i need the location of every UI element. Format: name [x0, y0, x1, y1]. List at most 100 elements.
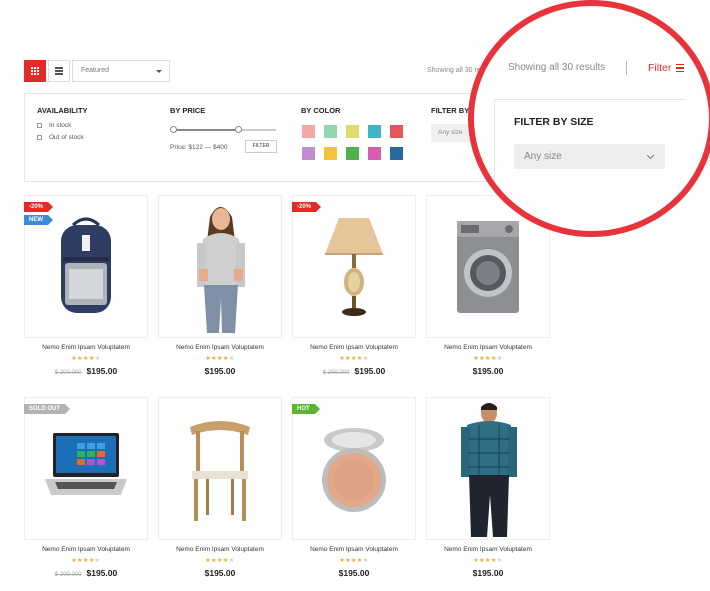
product-badge: HOT — [292, 404, 320, 414]
color-swatch[interactable] — [302, 125, 315, 138]
star-icon: ★ — [228, 558, 235, 564]
grid-icon — [31, 67, 39, 75]
product-image[interactable] — [159, 398, 281, 539]
product-name[interactable]: Nemo Enim Ipsam Voluptatem — [158, 546, 282, 553]
price-title: BY PRICE — [170, 106, 206, 115]
price-slider-min-handle[interactable] — [170, 126, 177, 133]
current-price: $195.00 — [204, 366, 236, 376]
checkbox-label: In stock — [49, 122, 72, 129]
rating-stars: ★★★★★ — [24, 557, 148, 564]
product-card[interactable] — [158, 397, 282, 540]
size-select-value: Any size — [524, 151, 562, 162]
rating-stars: ★★★★★ — [426, 355, 550, 362]
current-price: $195.00 — [86, 366, 118, 376]
product-price-row: $195.00 — [158, 366, 282, 376]
current-price: $195.00 — [338, 568, 370, 578]
caret-down-icon — [156, 70, 162, 73]
availability-out-of-stock[interactable]: Out of stock — [37, 134, 84, 141]
star-icon: ★ — [362, 356, 369, 362]
old-price: $ 200.000 — [54, 572, 82, 578]
filter-toggle-label: Filter — [648, 62, 672, 74]
product-name[interactable]: Nemo Enim Ipsam Voluptatem — [292, 546, 416, 553]
menu-icon — [676, 63, 685, 73]
product-name[interactable]: Nemo Enim Ipsam Voluptatem — [426, 546, 550, 553]
divider — [626, 61, 627, 75]
sort-select-value: Featured — [81, 67, 110, 74]
product-price-row: $ 200.000 $195.00 — [24, 568, 148, 578]
color-swatch[interactable] — [346, 147, 359, 160]
color-swatch[interactable] — [324, 125, 337, 138]
product-name[interactable]: Nemo Enim Ipsam Voluptatem — [24, 344, 148, 351]
product-card[interactable]: -20% — [292, 195, 416, 338]
zoom-results-count: Showing all 30 results — [508, 62, 606, 73]
price-slider-range — [176, 129, 238, 131]
product-badge: NEW — [24, 215, 53, 225]
rating-stars: ★★★★★ — [292, 557, 416, 564]
filter-toggle-button[interactable]: Filter — [648, 62, 685, 74]
star-icon: ★ — [228, 356, 235, 362]
product-card[interactable] — [426, 397, 550, 540]
zoom-magnifier: Showing all 30 results Filter FILTER BY … — [468, 0, 710, 237]
product-name[interactable]: Nemo Enim Ipsam Voluptatem — [426, 344, 550, 351]
current-price: $195.00 — [472, 568, 504, 578]
product-image[interactable] — [293, 398, 415, 539]
list-view-button[interactable] — [48, 60, 70, 82]
checkbox[interactable] — [37, 135, 42, 140]
product-price-row: $195.00 — [426, 366, 550, 376]
product-badge: -20% — [24, 202, 54, 212]
rating-stars: ★★★★★ — [158, 355, 282, 362]
product-name[interactable]: Nemo Enim Ipsam Voluptatem — [24, 546, 148, 553]
price-slider-max-handle[interactable] — [235, 126, 242, 133]
star-icon: ★ — [362, 558, 369, 564]
product-image[interactable] — [159, 196, 281, 337]
product-card[interactable]: HOT — [292, 397, 416, 540]
product-image[interactable] — [427, 398, 549, 539]
price-filter-button[interactable]: FILTER — [245, 140, 277, 153]
product-badge: -20% — [292, 202, 322, 212]
rating-stars: ★★★★★ — [292, 355, 416, 362]
rating-stars: ★★★★★ — [158, 557, 282, 564]
checkbox-label: Out of stock — [49, 134, 84, 141]
grid-view-button[interactable] — [24, 60, 46, 82]
rating-stars: ★★★★★ — [24, 355, 148, 362]
size-select[interactable]: Any size — [514, 144, 665, 169]
product-card[interactable]: -20% NEW — [24, 195, 148, 338]
current-price: $195.00 — [204, 568, 236, 578]
color-swatch[interactable] — [368, 125, 381, 138]
star-icon: ★ — [496, 356, 503, 362]
color-swatch[interactable] — [368, 147, 381, 160]
product-price-row: $195.00 — [158, 568, 282, 578]
color-swatch[interactable] — [346, 125, 359, 138]
star-icon: ★ — [94, 356, 101, 362]
product-image[interactable] — [25, 398, 147, 539]
availability-in-stock[interactable]: In stock — [37, 122, 71, 129]
color-swatch[interactable] — [302, 147, 315, 160]
chevron-down-icon — [646, 151, 655, 160]
checkbox[interactable] — [37, 123, 42, 128]
color-swatch[interactable] — [390, 125, 403, 138]
product-card[interactable] — [158, 195, 282, 338]
product-image[interactable] — [293, 196, 415, 337]
price-range-text: Price: $122 — $400 — [170, 144, 228, 151]
product-name[interactable]: Nemo Enim Ipsam Voluptatem — [158, 344, 282, 351]
current-price: $195.00 — [472, 366, 504, 376]
sort-select[interactable]: Featured — [72, 60, 170, 82]
filter-by-size-title: FILTER BY SIZE — [514, 116, 594, 128]
color-swatch[interactable] — [390, 147, 403, 160]
product-price-row: $195.00 — [426, 568, 550, 578]
star-icon: ★ — [94, 558, 101, 564]
color-title: BY COLOR — [301, 106, 341, 115]
product-badge: SOLD OUT — [24, 404, 70, 414]
list-icon — [55, 67, 63, 75]
product-name[interactable]: Nemo Enim Ipsam Voluptatem — [292, 344, 416, 351]
old-price: $ 200.000 — [322, 370, 350, 376]
current-price: $195.00 — [86, 568, 118, 578]
product-price-row: $ 200.000 $195.00 — [24, 366, 148, 376]
product-card[interactable]: SOLD OUT — [24, 397, 148, 540]
star-icon: ★ — [496, 558, 503, 564]
current-price: $195.00 — [354, 366, 386, 376]
price-slider[interactable] — [170, 126, 276, 133]
rating-stars: ★★★★★ — [426, 557, 550, 564]
color-swatch[interactable] — [324, 147, 337, 160]
availability-title: AVAILABILITY — [37, 106, 88, 115]
